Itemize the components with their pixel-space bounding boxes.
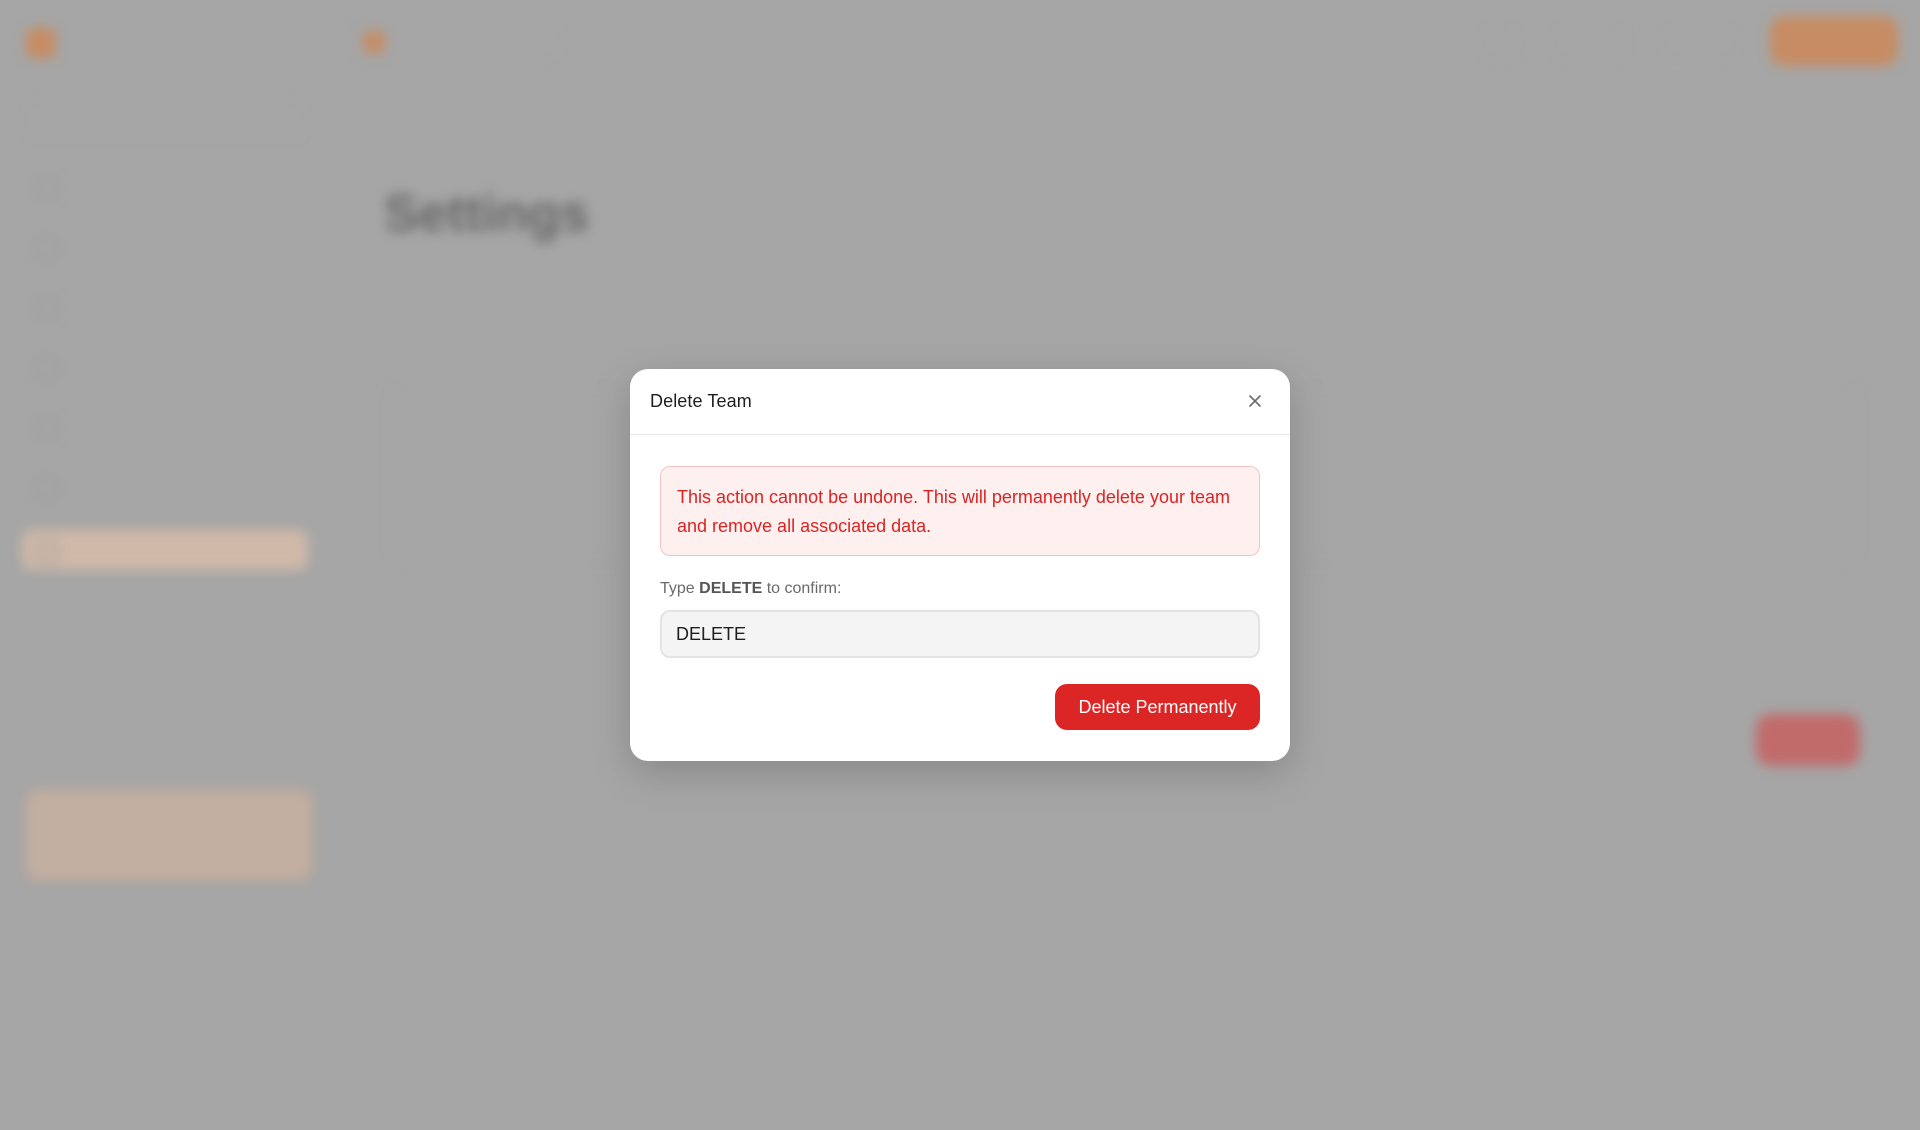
top-bar-button [1550,24,1630,60]
confirm-input[interactable] [660,610,1260,658]
warning-alert: This action cannot be undone. This will … [660,466,1260,556]
delete-team-dialog: Delete Team This action cannot be undone… [630,369,1290,761]
sidebar-item [22,166,308,206]
sidebar-item [22,466,308,506]
top-bar-icon-button [1478,24,1520,60]
confirm-keyword: DELETE [699,580,763,597]
warning-text: This action cannot be undone. This will … [677,487,1230,536]
dialog-footer: Delete Permanently [660,684,1260,730]
confirm-label: Type DELETE to confirm: [660,580,1260,598]
page-title: Settings [384,185,590,243]
top-bar-primary-button [1770,16,1898,66]
sidebar-item [22,226,308,266]
sidebar-item [22,346,308,386]
sidebar-item-active [22,530,308,570]
sidebar-item [22,406,308,446]
app-logo [26,28,56,58]
sidebar-search [22,100,308,142]
dialog-body: This action cannot be undone. This will … [630,435,1290,730]
dialog-title: Delete Team [650,391,752,411]
sidebar-promo-card [26,790,312,880]
team-switcher [350,22,564,60]
sidebar-user [26,1000,312,1038]
danger-zone-button [1756,714,1860,766]
top-bar [0,0,1920,84]
team-avatar [363,31,385,53]
delete-permanently-button[interactable]: Delete Permanently [1055,684,1260,730]
confirm-prefix: Type [660,580,700,597]
sidebar-settings [26,1072,312,1110]
close-icon [1248,394,1262,411]
sidebar-item [22,286,308,326]
close-button[interactable] [1238,385,1272,419]
dialog-header: Delete Team [630,369,1290,435]
top-bar-button [1660,24,1740,60]
sidebar [0,84,330,1130]
confirm-suffix: to confirm: [762,580,842,597]
